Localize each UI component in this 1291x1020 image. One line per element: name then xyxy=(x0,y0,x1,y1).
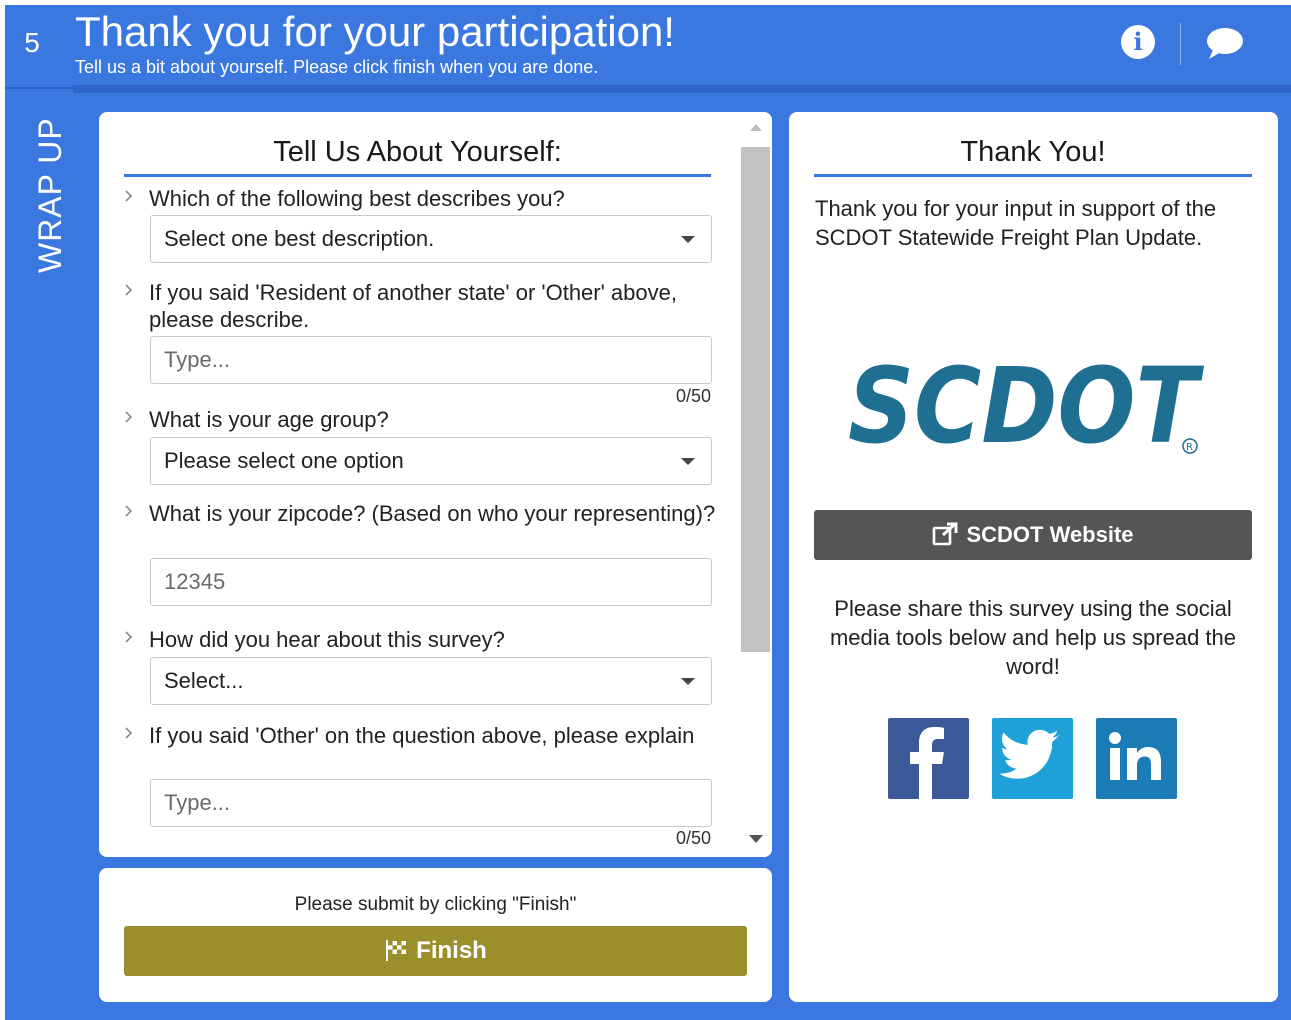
input-placeholder: Type... xyxy=(164,347,231,372)
age-group-select[interactable]: Please select one option xyxy=(150,437,712,485)
chevron-right-icon xyxy=(125,727,133,739)
external-link-icon xyxy=(933,522,958,546)
char-counter: 0/50 xyxy=(675,828,711,848)
question-label: If you said 'Resident of another state' … xyxy=(149,280,677,332)
step-sidebar: 5 WRAP UP xyxy=(5,5,73,1020)
chevron-right-icon xyxy=(125,631,133,643)
thank-you-title-underline xyxy=(814,174,1252,177)
chevron-right-icon xyxy=(125,284,133,296)
input-placeholder: Type... xyxy=(164,790,231,815)
sidebar-divider xyxy=(5,87,73,89)
info-icon[interactable]: i xyxy=(1121,25,1155,59)
question-label: What is your age group? xyxy=(149,407,389,432)
scdot-website-button[interactable]: SCDOT Website xyxy=(814,510,1252,560)
thank-you-title: Thank You! xyxy=(960,136,1106,168)
question-description: Which of the following best describes yo… xyxy=(125,185,565,212)
other-explain-input[interactable]: Type... xyxy=(150,779,712,827)
form-title-underline xyxy=(124,174,711,177)
question-other-explain: If you said 'Other' on the question abov… xyxy=(125,722,695,749)
facebook-icon[interactable] xyxy=(888,718,969,799)
scrollbar-thumb[interactable] xyxy=(741,147,770,652)
hear-about-select[interactable]: Select... xyxy=(150,657,712,705)
select-value: Select one best description. xyxy=(164,226,435,251)
page-title: Thank you for your participation! xyxy=(75,8,675,55)
question-label: What is your zipcode? (Based on who your… xyxy=(149,501,716,526)
chevron-right-icon xyxy=(125,411,133,423)
checkered-flag-icon xyxy=(386,940,407,961)
other-describe-input[interactable]: Type... xyxy=(150,336,712,384)
about-yourself-panel: Tell Us About Yourself: Which of the fol… xyxy=(99,112,772,857)
scroll-up-arrow-icon[interactable] xyxy=(750,124,762,131)
caret-down-icon xyxy=(681,458,695,465)
thank-you-panel: Thank You! Thank you for your input in s… xyxy=(789,112,1278,1002)
chevron-right-icon xyxy=(125,505,133,517)
website-label: SCDOT Website xyxy=(966,522,1134,547)
select-value: Please select one option xyxy=(164,448,404,473)
linkedin-icon[interactable] xyxy=(1096,718,1177,799)
page-subtitle: Tell us a bit about yourself. Please cli… xyxy=(75,57,599,77)
question-label: How did you hear about this survey? xyxy=(149,627,505,652)
question-label: Which of the following best describes yo… xyxy=(149,186,565,211)
question-other-describe: If you said 'Resident of another state' … xyxy=(125,279,739,333)
finish-button[interactable]: Finish xyxy=(124,926,747,976)
caret-down-icon xyxy=(681,678,695,685)
select-value: Select... xyxy=(164,668,244,693)
description-select[interactable]: Select one best description. xyxy=(150,215,712,263)
question-label: If you said 'Other' on the question abov… xyxy=(149,723,695,748)
form-scroll-area[interactable]: Tell Us About Yourself: Which of the fol… xyxy=(99,112,739,857)
chevron-right-icon xyxy=(125,190,133,202)
scdot-logo: SCDOT R xyxy=(848,345,1204,454)
page-header: Thank you for your participation! Tell u… xyxy=(73,5,1291,85)
twitter-icon[interactable] xyxy=(992,718,1073,799)
main-top-band xyxy=(73,85,1291,93)
thank-you-message: Thank you for your input in support of t… xyxy=(815,196,1217,250)
form-title: Tell Us About Yourself: xyxy=(273,136,562,168)
chat-bubble-icon[interactable] xyxy=(1205,26,1245,60)
submit-note: Please submit by clicking "Finish" xyxy=(294,894,577,915)
logo-text: SCDOT xyxy=(848,345,1204,454)
question-age-group: What is your age group? xyxy=(125,406,389,433)
question-zipcode: What is your zipcode? (Based on who your… xyxy=(125,500,716,527)
svg-text:R: R xyxy=(1186,442,1193,453)
question-hear-about: How did you hear about this survey? xyxy=(125,626,505,653)
step-number: 5 xyxy=(24,27,40,58)
char-counter: 0/50 xyxy=(675,386,711,406)
finish-label: Finish xyxy=(416,937,487,964)
share-message: Please share this survey using the socia… xyxy=(829,596,1237,679)
section-label: WRAP UP xyxy=(32,117,68,273)
form-scrollbar[interactable] xyxy=(739,112,772,857)
submit-panel: Please submit by clicking "Finish" Finis… xyxy=(99,868,772,1002)
scroll-down-arrow-icon[interactable] xyxy=(749,835,763,843)
zipcode-input[interactable]: 12345 xyxy=(150,558,712,606)
input-placeholder: 12345 xyxy=(164,569,226,594)
header-divider xyxy=(1180,23,1181,65)
caret-down-icon xyxy=(681,236,695,243)
